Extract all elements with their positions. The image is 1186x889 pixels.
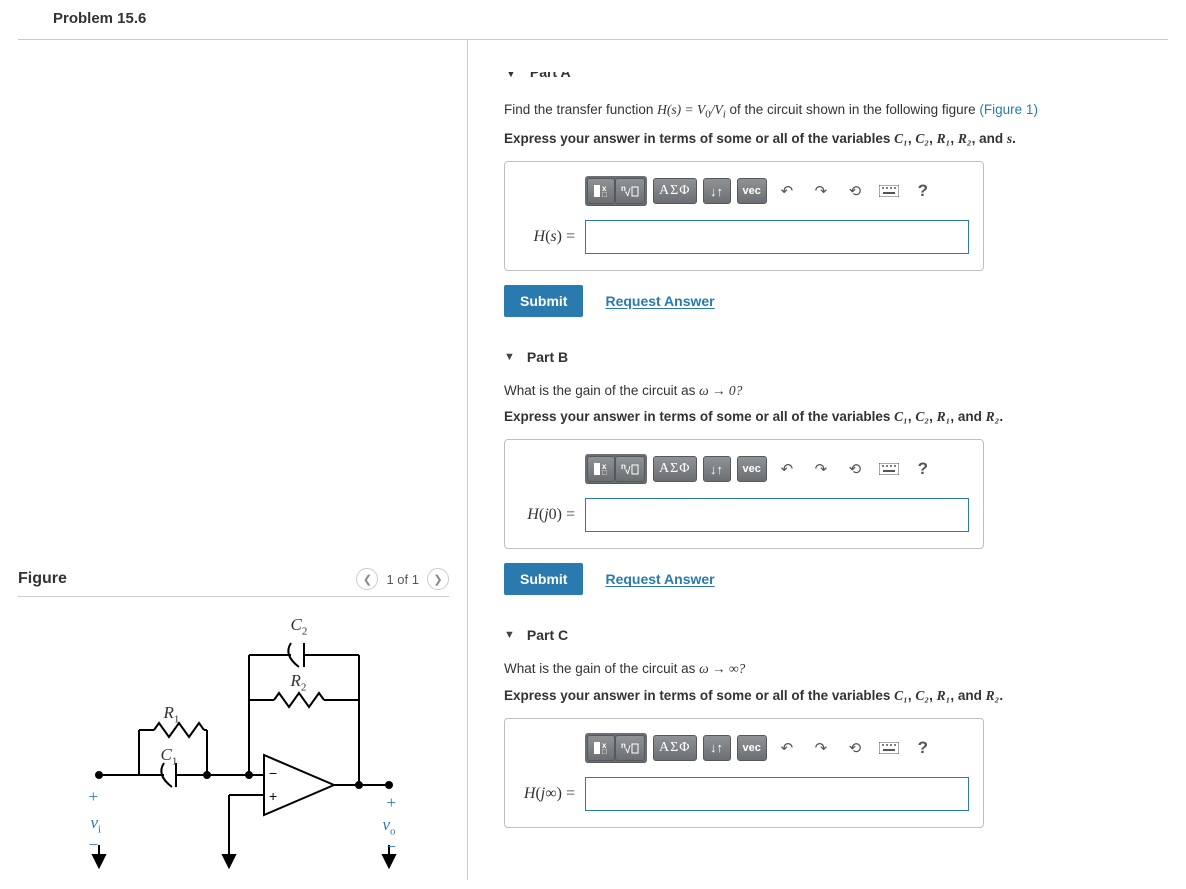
templates-icon[interactable]: x□: [587, 178, 615, 204]
reset-icon[interactable]: ⟲: [841, 178, 869, 204]
vec-button[interactable]: vec: [737, 178, 767, 204]
redo-icon[interactable]: ↷: [807, 456, 835, 482]
part-b-express: Express your answer in terms of some or …: [504, 409, 1161, 425]
redo-icon[interactable]: ↷: [807, 178, 835, 204]
part-c-answer-label: H(j∞) =: [519, 785, 575, 803]
keyboard-icon[interactable]: [875, 735, 903, 761]
svg-text:√: √: [625, 188, 631, 198]
svg-text:□: □: [602, 468, 607, 476]
undo-icon[interactable]: ↶: [773, 735, 801, 761]
part-b-request-link[interactable]: Request Answer: [605, 571, 714, 587]
svg-text:−: −: [269, 765, 277, 781]
help-icon[interactable]: ?: [909, 178, 937, 204]
undo-icon[interactable]: ↶: [773, 456, 801, 482]
svg-text:+: +: [269, 788, 277, 804]
fraction-icon[interactable]: n√: [615, 456, 645, 482]
greek-button[interactable]: ΑΣΦ: [653, 735, 697, 761]
part-b-answer-label: H(j0) =: [519, 506, 575, 524]
figure-panel: Figure ❮ 1 of 1 ❯: [18, 568, 449, 875]
caret-down-icon: ▼: [504, 351, 515, 363]
vec-button[interactable]: vec: [737, 456, 767, 482]
svg-text:√: √: [625, 466, 631, 476]
fraction-icon[interactable]: n√: [615, 178, 645, 204]
part-a-express: Express your answer in terms of some or …: [504, 131, 1161, 147]
part-a-header: ▼ Part A: [504, 72, 1161, 82]
svg-text:□: □: [602, 190, 607, 198]
figure-next-button[interactable]: ❯: [427, 568, 449, 590]
part-b-prompt: What is the gain of the circuit as ω → 0…: [504, 381, 1161, 401]
templates-icon[interactable]: x□: [587, 456, 615, 482]
caret-down-icon: ▼: [504, 629, 515, 641]
help-icon[interactable]: ?: [909, 735, 937, 761]
part-a-submit-button[interactable]: Submit: [504, 285, 583, 317]
help-icon[interactable]: ?: [909, 456, 937, 482]
subscript-icon[interactable]: ↓↑: [703, 456, 731, 482]
part-a-answer-label: H(s) =: [519, 228, 575, 246]
svg-text:□: □: [602, 747, 607, 755]
fraction-icon[interactable]: n√: [615, 735, 645, 761]
part-c-answer-box: x□ n√ ΑΣΦ ↓↑ vec ↶ ↷ ⟲: [504, 718, 984, 828]
figure-prev-button[interactable]: ❮: [356, 568, 378, 590]
figure-link[interactable]: (Figure 1): [979, 102, 1038, 117]
reset-icon[interactable]: ⟲: [841, 735, 869, 761]
keyboard-icon[interactable]: [875, 178, 903, 204]
svg-text:√: √: [625, 745, 631, 755]
part-b-header[interactable]: ▼ Part B: [504, 349, 1161, 365]
part-c-answer-input[interactable]: [585, 777, 969, 811]
keyboard-icon[interactable]: [875, 456, 903, 482]
part-b-answer-box: x□ n√ ΑΣΦ ↓↑ vec ↶ ↷ ⟲: [504, 439, 984, 549]
vec-button[interactable]: vec: [737, 735, 767, 761]
figure-heading: Figure: [18, 570, 67, 588]
reset-icon[interactable]: ⟲: [841, 456, 869, 482]
circuit-diagram: − + C2 R2 R1 C1 +: [39, 615, 429, 875]
part-a-request-link[interactable]: Request Answer: [605, 293, 714, 309]
caret-down-icon: ▼: [504, 72, 518, 82]
subscript-icon[interactable]: ↓↑: [703, 178, 731, 204]
figure-pager-text: 1 of 1: [386, 572, 419, 587]
part-c-header[interactable]: ▼ Part C: [504, 627, 1161, 643]
subscript-icon[interactable]: ↓↑: [703, 735, 731, 761]
part-a-prompt: Find the transfer function H(s) = V0/Vi …: [504, 100, 1161, 123]
redo-icon[interactable]: ↷: [807, 735, 835, 761]
undo-icon[interactable]: ↶: [773, 178, 801, 204]
problem-title: Problem 15.6: [18, 0, 1168, 40]
part-b-answer-input[interactable]: [585, 498, 969, 532]
part-b-submit-button[interactable]: Submit: [504, 563, 583, 595]
part-c-express: Express your answer in terms of some or …: [504, 688, 1161, 704]
templates-icon[interactable]: x□: [587, 735, 615, 761]
part-c-prompt: What is the gain of the circuit as ω → ∞…: [504, 659, 1161, 679]
greek-button[interactable]: ΑΣΦ: [653, 456, 697, 482]
part-a-answer-input[interactable]: [585, 220, 969, 254]
part-a-answer-box: x□ n√ ΑΣΦ ↓↑ vec ↶ ↷ ⟲: [504, 161, 984, 271]
greek-button[interactable]: ΑΣΦ: [653, 178, 697, 204]
